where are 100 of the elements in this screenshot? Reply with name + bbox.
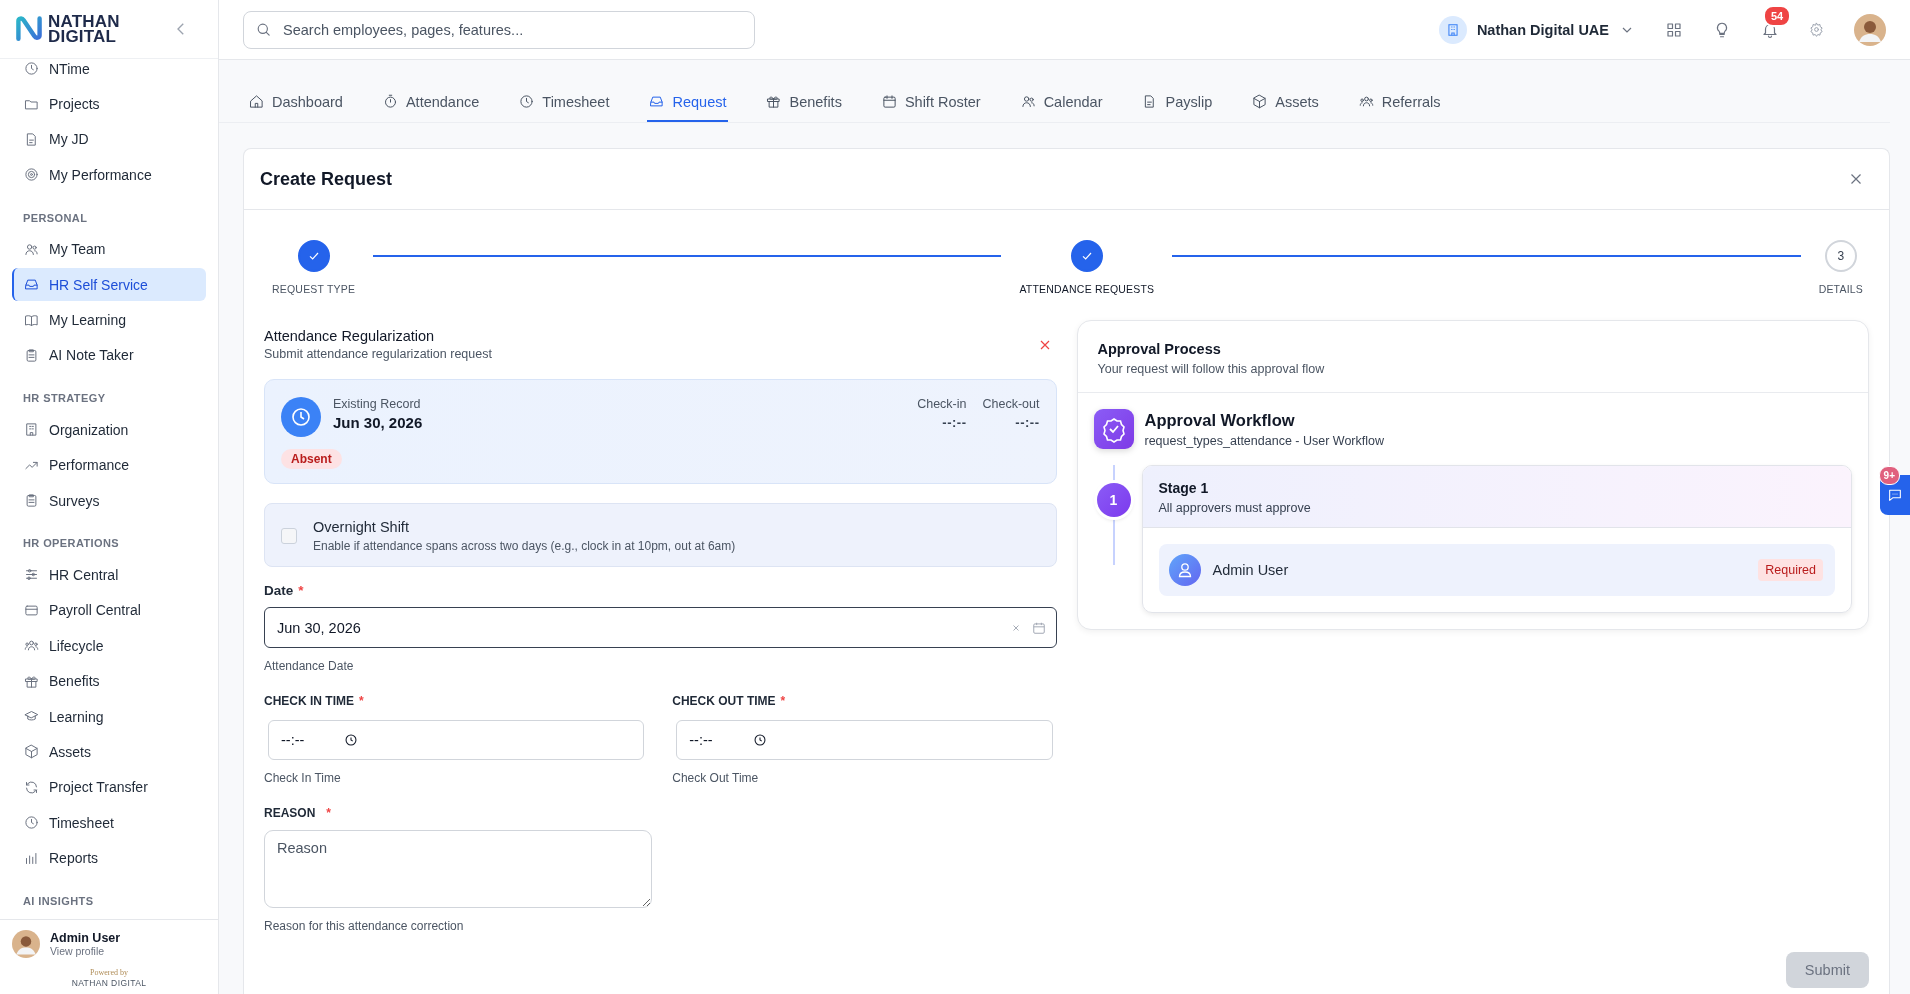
sidebar-item[interactable]: My Performance [12,158,206,192]
people-icon [1020,94,1036,109]
workflow-title: Approval Workflow [1144,410,1296,430]
clock-icon [281,397,321,437]
section-heading: PERSONAL [22,210,89,226]
clipboard-icon [24,493,39,509]
grid-icon[interactable] [1665,20,1683,39]
sidebar-item[interactable]: Learning [12,699,206,734]
document-icon [24,131,39,147]
view-profile-link[interactable]: View profile [50,945,105,957]
helper-text: Attendance Date [264,659,354,673]
clipboard-icon [24,347,39,363]
calendar-icon [881,94,897,109]
building-icon [24,422,39,438]
time-field[interactable]: --:-- [268,720,645,760]
avatar[interactable] [1854,13,1886,46]
inbox-icon [649,94,665,109]
logo-text: NATHAN [48,14,120,29]
sidebar-item[interactable]: HR Self Service [12,267,206,302]
step-label: REQUEST TYPE [272,283,356,295]
sidebar-item[interactable]: Lifecycle [12,629,206,663]
gift-icon [766,94,782,109]
sidebar-item[interactable]: Surveys [12,483,206,518]
record-date: Jun 30, 2026 [333,414,424,431]
search-icon [255,21,272,38]
sidebar-item[interactable]: Organization [12,413,206,447]
section-heading: HR OPERATIONS [22,536,121,552]
tab[interactable]: Payslip [1140,83,1215,122]
tab[interactable]: Timesheet [517,83,612,122]
sidebar-item[interactable]: HR Central [12,558,206,592]
checkbox[interactable] [281,528,297,544]
tab[interactable]: Benefits [764,83,844,122]
sidebar-item[interactable]: My JD [12,122,206,157]
powered-brand: NATHAN DIGITAL [71,978,147,988]
user-icon [1168,554,1201,586]
status-badge: Absent [281,449,342,469]
building-icon [1438,15,1467,44]
logo-icon [14,14,44,44]
user-name: Admin User [50,931,121,945]
sidebar-item[interactable]: Assets [12,735,206,769]
tab[interactable]: Assets [1250,83,1321,122]
reason-field[interactable]: Reason [264,830,652,908]
sidebar-item[interactable]: Reports [12,841,206,875]
tab[interactable]: Referrals [1356,83,1443,122]
refresh-icon [24,779,39,795]
notification-badge: 54 [1763,4,1792,27]
tab[interactable]: Attendance [380,83,482,122]
tab[interactable]: Dashboard [247,83,345,122]
tab[interactable]: Shift Roster [879,83,983,122]
time-value: --:-- [942,415,967,430]
company-selector[interactable]: Nathan Digital UAE [1438,15,1635,44]
clock-icon[interactable] [344,733,359,747]
clock-icon[interactable] [752,733,767,747]
sidebar-item[interactable]: My Learning [12,303,206,337]
sidebar-item[interactable]: Projects [12,87,206,121]
card-title: Create Request [260,168,393,190]
section-heading: HR STRATEGY [22,391,107,407]
form-title: Attendance Regularization [264,328,436,344]
tab[interactable]: Request [647,83,729,122]
form-subtitle: Submit attendance regularization request [264,347,492,361]
field-label: REASON [264,806,316,820]
cube-icon [1252,94,1268,109]
time-label: Check-in [917,397,967,411]
sidebar-item[interactable]: Timesheet [12,806,206,840]
helper-text: Reason for this attendance correction [264,919,464,933]
time-value: --:-- [1015,415,1040,430]
bar-chart-icon [24,850,39,866]
powered-caption: Powered by [90,968,128,978]
panel-subtitle: Your request will follow this approval flow [1097,362,1326,376]
sidebar-item[interactable]: Benefits [12,664,206,698]
panel-title: Approval Process [1097,341,1222,357]
sidebar-item[interactable]: Performance [12,448,206,482]
sidebar-item[interactable]: Payroll Central [12,593,206,628]
sidebar-item[interactable]: Project Transfer [12,770,206,805]
option-title: Overnight Shift [313,519,410,535]
target-icon [24,167,39,183]
stopwatch-icon [382,94,398,109]
search-field[interactable]: Search employees, pages, features... [243,10,755,49]
clock-icon [519,94,535,109]
sidebar-item[interactable]: NTime [12,59,206,86]
required-mark: * [780,694,786,708]
sidebar-item[interactable]: AI Note Taker [12,338,206,373]
sidebar-item[interactable]: My Team [12,232,206,266]
record-label: Existing Record [333,397,422,411]
field-label: CHECK OUT TIME [672,694,776,708]
clock-icon [24,815,39,831]
tab[interactable]: Calendar [1018,83,1105,122]
badge-check-icon [1093,409,1134,449]
avatar[interactable] [12,930,40,958]
required-mark: * [326,806,331,820]
approver-name: Admin User [1212,562,1290,578]
sliders-icon [24,567,39,583]
required-mark: * [298,583,304,598]
gift-icon [24,673,39,689]
helper-text: Check Out Time [672,771,759,785]
home-icon [249,94,264,109]
time-field[interactable]: --:-- [676,720,1053,760]
time-label: Check-out [982,397,1040,411]
people-icon [24,241,39,257]
cube-icon [24,744,39,760]
